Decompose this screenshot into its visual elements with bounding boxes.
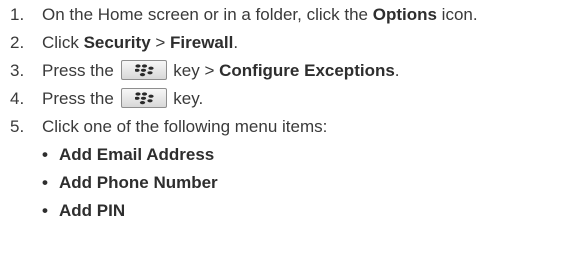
step-number: 2. [10,33,25,52]
step-number: 5. [10,117,25,136]
step-number: 1. [10,5,25,24]
step-text-before: Press the [42,61,119,80]
instruction-list: 1. On the Home screen or in a folder, cli… [0,0,566,256]
step-4: 4. Press the key. [10,86,203,112]
step-text-after: key. [168,89,204,108]
step-text: Press the key. [42,86,203,112]
blackberry-logo-icon [134,64,154,77]
blackberry-menu-key-icon [120,88,167,108]
step-number: 4. [10,89,25,108]
options-label: Options [372,5,437,24]
step-text-after: key > [168,61,220,80]
menu-item-add-email-address: • Add Email Address [42,142,214,168]
step-1: 1. On the Home screen or in a folder, cli… [10,2,478,28]
firewall-label: Firewall [170,33,234,52]
menu-item-add-pin: • Add PIN [42,198,125,224]
step-number: 3. [10,61,25,80]
menu-item-label: Add Email Address [59,145,215,164]
bullet: • [42,201,48,220]
blackberry-logo-icon [134,92,154,105]
step-5: 5. Click one of the following menu items: [10,114,327,140]
step-text: On the Home screen or in a folder, click… [42,2,478,28]
bullet: • [42,173,48,192]
menu-item-label: Add PIN [59,201,126,220]
step-text-before: Press the [42,89,119,108]
step-text-before: On the Home screen or in a folder, click… [42,5,373,24]
bullet: • [42,145,48,164]
step-text: Press the key > Configure Exceptions. [42,58,400,84]
step-text-after: . [233,33,239,52]
configure-exceptions-label: Configure Exceptions [219,61,395,80]
menu-item-add-phone-number: • Add Phone Number [42,170,218,196]
menu-item-label: Add Phone Number [59,173,218,192]
step-text: Click one of the following menu items: [42,117,328,136]
security-label: Security [83,33,151,52]
path-separator: > [150,33,171,52]
step-text-after: icon. [436,5,478,24]
step-3: 3. Press the key > Configure Exceptions. [10,58,400,84]
step-text-before: Click [42,33,84,52]
step-text: Click Security > Firewall. [42,30,238,56]
blackberry-menu-key-icon [120,60,167,80]
step-2: 2. Click Security > Firewall. [10,30,238,56]
step-text-end: . [394,61,400,80]
